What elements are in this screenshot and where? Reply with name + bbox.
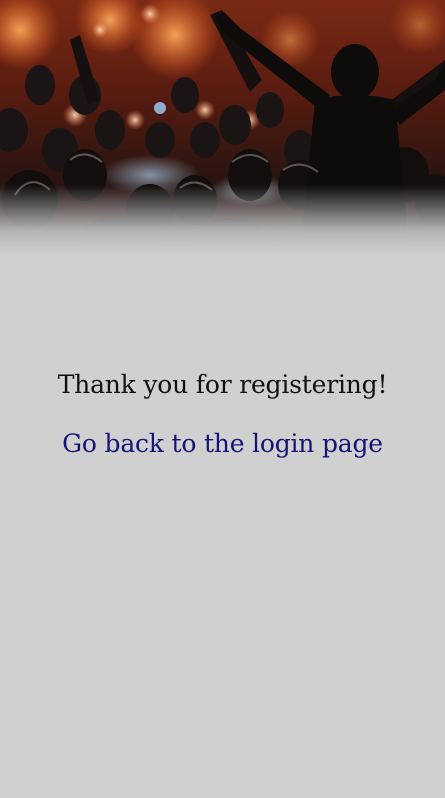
registration-confirmation-page: Thank you for registering! Go back to th…: [0, 0, 445, 798]
back-to-login-link[interactable]: Go back to the login page: [62, 429, 383, 458]
concert-crowd-image: [0, 0, 445, 255]
hero-fade-overlay: [0, 185, 445, 255]
registration-success-message: Thank you for registering!: [57, 370, 388, 399]
confirmation-content: Thank you for registering! Go back to th…: [0, 370, 445, 458]
